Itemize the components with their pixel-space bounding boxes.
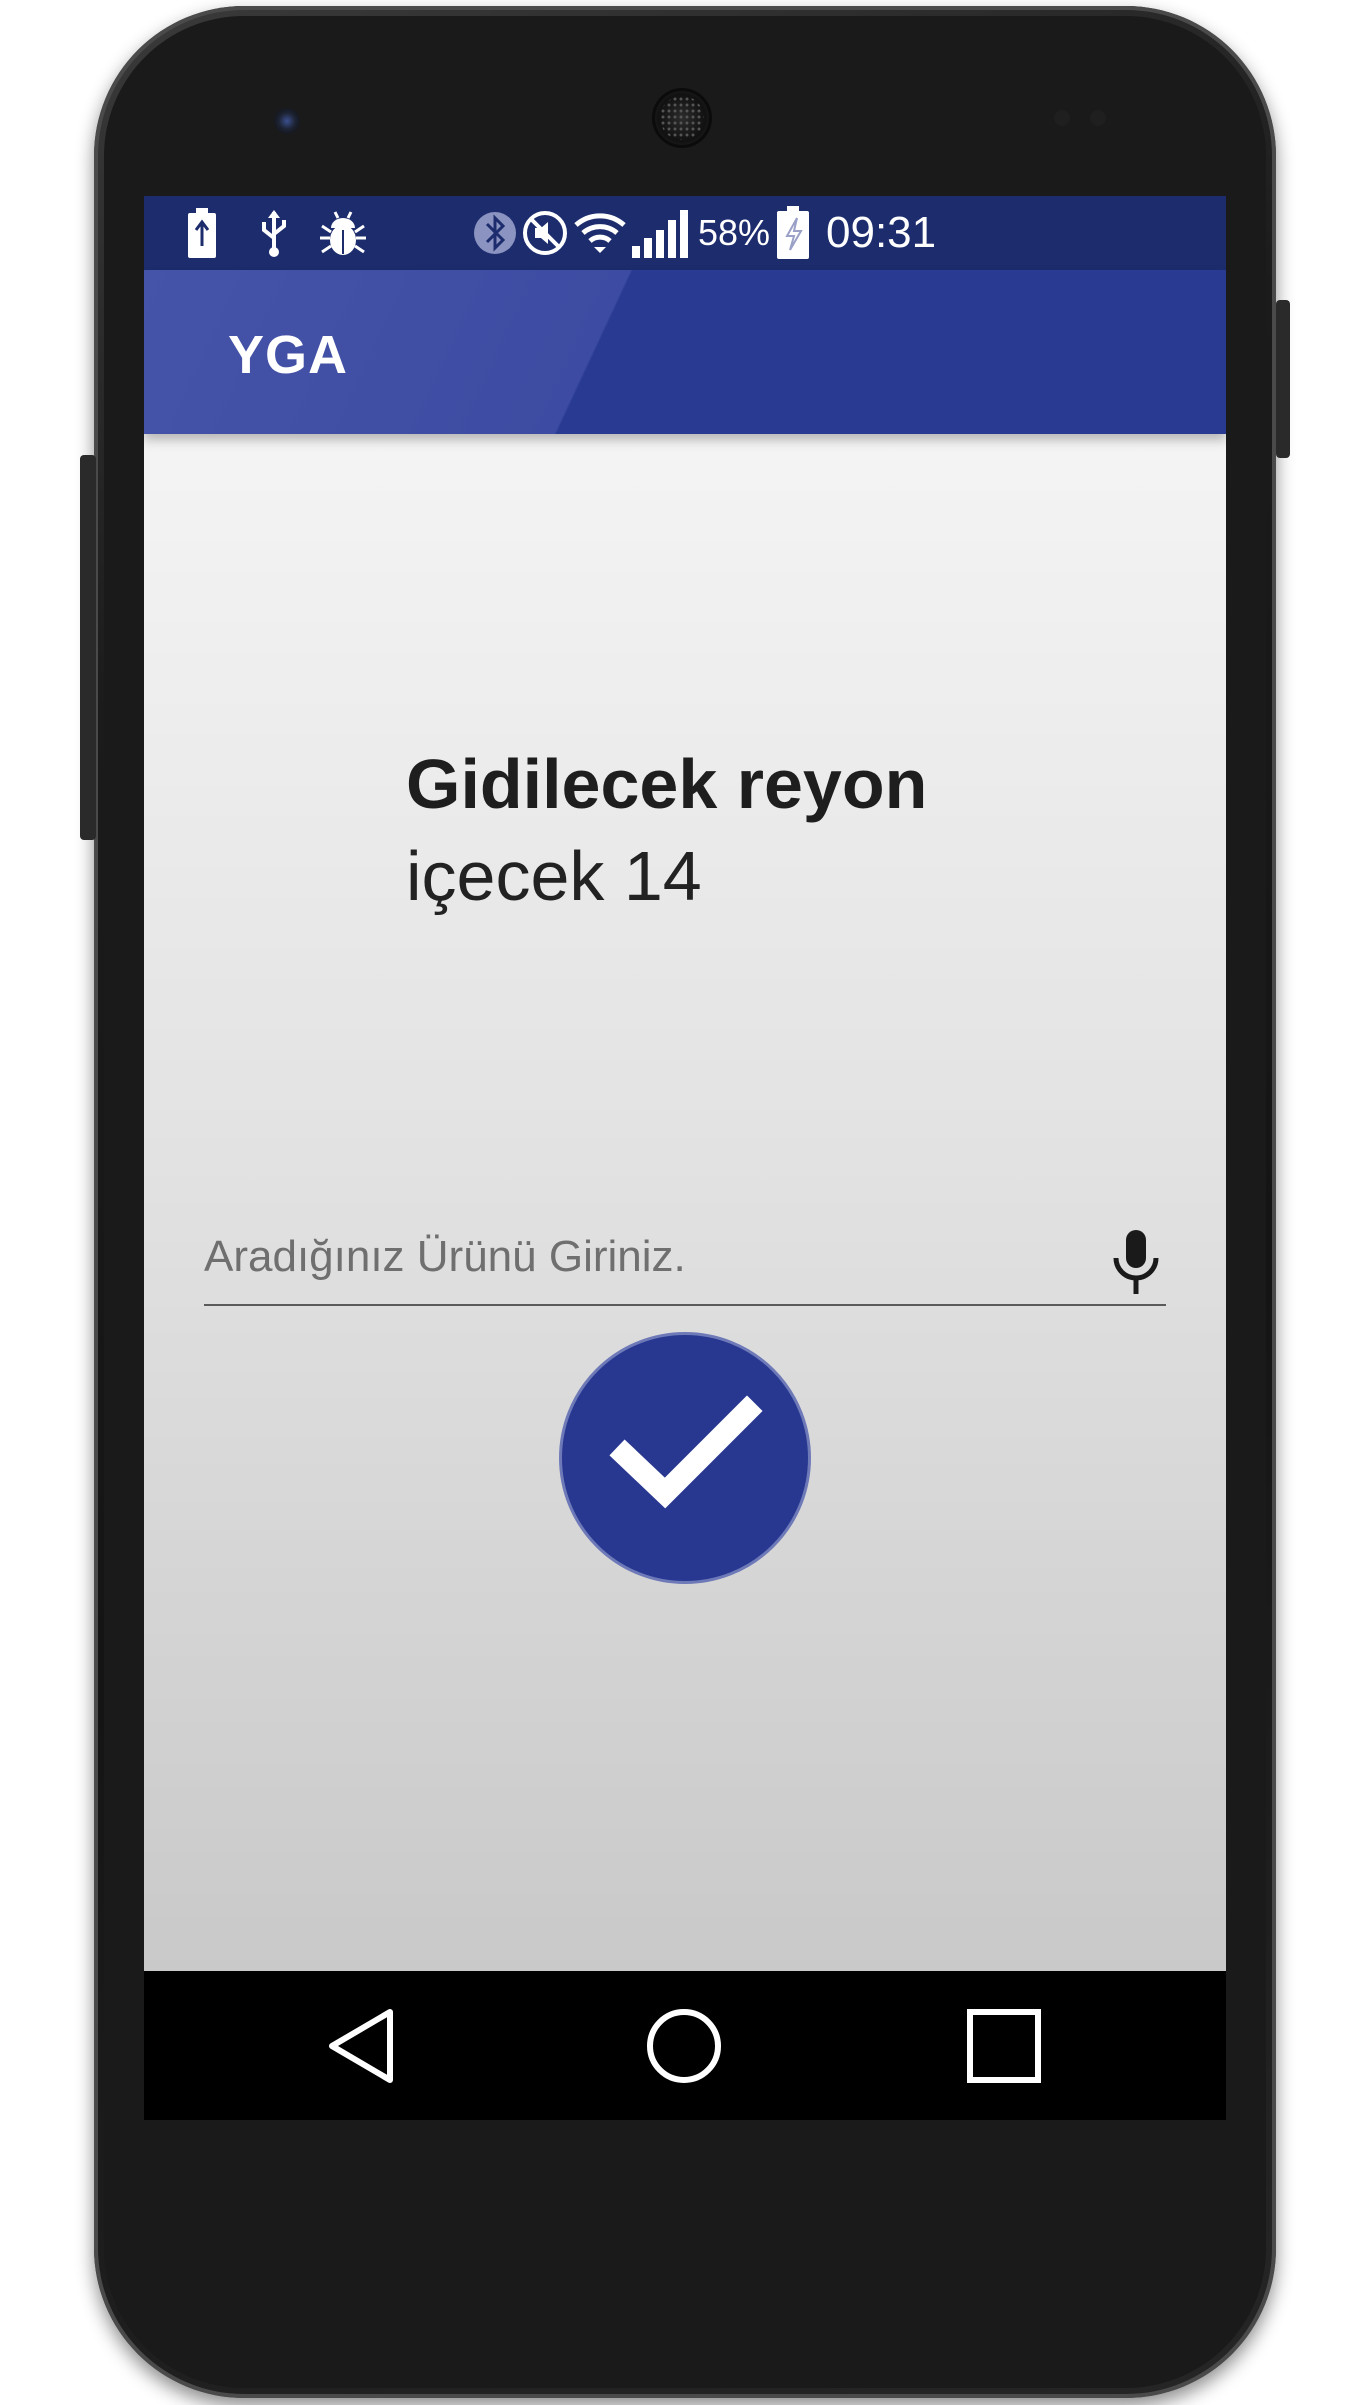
earpiece-speaker	[652, 88, 712, 148]
light-sensor	[1090, 110, 1106, 126]
back-button[interactable]	[316, 2001, 406, 2091]
check-icon	[609, 1395, 763, 1509]
screen: 58% 09:31 YGA Gidilecek reyon içecek 14	[144, 196, 1226, 2120]
microphone-icon[interactable]	[1106, 1228, 1166, 1298]
wifi-icon	[572, 208, 628, 258]
signal-icon	[628, 208, 694, 258]
battery-percent: 58%	[698, 212, 771, 253]
battery-icon	[774, 206, 812, 259]
product-search-input[interactable]	[204, 1214, 1074, 1300]
navigation-bar	[144, 1971, 1226, 2120]
destination-label: Gidilecek reyon	[406, 745, 928, 823]
clock: 09:31	[826, 208, 937, 257]
home-button[interactable]	[639, 2001, 729, 2091]
recents-icon	[967, 2009, 1041, 2083]
usb-icon	[254, 208, 294, 258]
status-bar: 58% 09:31	[144, 196, 1226, 270]
bluetooth-icon	[472, 208, 518, 258]
debug-bug-icon	[316, 208, 370, 258]
app-bar: YGA	[144, 270, 1226, 434]
mute-icon	[520, 208, 570, 258]
battery-charging-icon	[184, 208, 220, 258]
front-camera	[274, 108, 300, 134]
main-content: Gidilecek reyon içecek 14	[144, 434, 1226, 1971]
power-button	[1276, 300, 1290, 458]
volume-button	[80, 455, 96, 840]
app-title: YGA	[228, 325, 349, 385]
home-icon	[647, 2009, 721, 2083]
search-field	[204, 1214, 1166, 1306]
back-icon	[329, 2009, 393, 2083]
proximity-sensor	[1054, 110, 1070, 126]
recents-button[interactable]	[959, 2001, 1049, 2091]
destination-value: içecek 14	[406, 837, 702, 915]
confirm-button[interactable]	[559, 1332, 811, 1584]
